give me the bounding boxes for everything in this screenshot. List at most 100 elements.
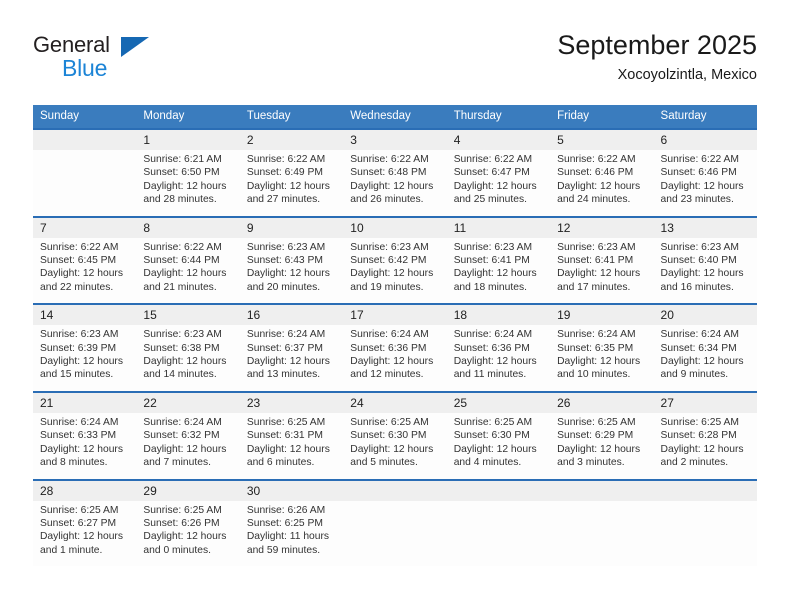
daylight-text-line1: Daylight: 12 hours bbox=[40, 268, 123, 280]
day-number bbox=[653, 480, 757, 501]
day-cell[interactable]: 17 Sunrise: 6:24 AM Sunset: 6:36 PM Dayl… bbox=[343, 303, 447, 392]
day-details bbox=[550, 501, 653, 557]
day-number: 5 bbox=[550, 130, 654, 150]
sunset-text: Sunset: 6:32 PM bbox=[143, 430, 220, 442]
day-cell[interactable]: 8 Sunrise: 6:22 AM Sunset: 6:44 PM Dayli… bbox=[136, 215, 240, 305]
sunrise-text: Sunrise: 6:23 AM bbox=[453, 241, 533, 253]
day-cell[interactable]: 22 Sunrise: 6:24 AM Sunset: 6:32 PM Dayl… bbox=[136, 390, 240, 480]
sunrise-text: Sunrise: 6:25 AM bbox=[453, 416, 533, 428]
day-cell[interactable]: 20 Sunrise: 6:24 AM Sunset: 6:34 PM Dayl… bbox=[653, 303, 757, 392]
day-details: Sunrise: 6:22 AM Sunset: 6:46 PM Dayligh… bbox=[654, 150, 757, 216]
day-details: Sunrise: 6:25 AM Sunset: 6:31 PM Dayligh… bbox=[240, 413, 343, 479]
daylight-text-line1: Daylight: 12 hours bbox=[660, 356, 744, 368]
day-number: 1 bbox=[136, 130, 240, 150]
day-details bbox=[33, 150, 136, 206]
day-cell[interactable]: 9 Sunrise: 6:23 AM Sunset: 6:43 PM Dayli… bbox=[239, 215, 344, 305]
sunset-text: Sunset: 6:26 PM bbox=[143, 517, 220, 529]
daylight-text-line1: Daylight: 12 hours bbox=[40, 531, 123, 543]
day-cell[interactable]: 30 Sunrise: 6:26 AM Sunset: 6:25 PM Dayl… bbox=[239, 478, 344, 567]
day-details: Sunrise: 6:22 AM Sunset: 6:46 PM Dayligh… bbox=[550, 150, 653, 216]
day-number: 25 bbox=[446, 392, 551, 413]
general-blue-logo[interactable]: General Blue bbox=[33, 32, 243, 88]
daylight-text-line1: Daylight: 12 hours bbox=[453, 268, 537, 280]
daylight-text-line1: Daylight: 11 hours bbox=[246, 531, 330, 543]
sunrise-text: Sunrise: 6:22 AM bbox=[350, 154, 429, 165]
weekday-header-sunday: Sunday bbox=[33, 105, 137, 129]
day-cell[interactable]: 26 Sunrise: 6:25 AM Sunset: 6:29 PM Dayl… bbox=[550, 390, 654, 480]
sunrise-text: Sunrise: 6:25 AM bbox=[40, 504, 119, 516]
day-number: 24 bbox=[343, 392, 447, 413]
day-cell[interactable]: 14 Sunrise: 6:23 AM Sunset: 6:39 PM Dayl… bbox=[33, 303, 137, 392]
day-number: 17 bbox=[343, 305, 447, 326]
day-cell[interactable]: 3 Sunrise: 6:22 AM Sunset: 6:48 PM Dayli… bbox=[343, 128, 447, 217]
day-cell[interactable]: 24 Sunrise: 6:25 AM Sunset: 6:30 PM Dayl… bbox=[343, 390, 447, 480]
day-cell[interactable] bbox=[446, 478, 551, 567]
day-cell[interactable] bbox=[33, 128, 137, 217]
sunset-text: Sunset: 6:43 PM bbox=[246, 255, 323, 267]
page-subtitle: Xocoyolzintla, Mexico bbox=[617, 67, 757, 83]
day-cell[interactable]: 21 Sunrise: 6:24 AM Sunset: 6:33 PM Dayl… bbox=[33, 390, 137, 480]
day-number: 10 bbox=[343, 217, 447, 238]
day-number: 13 bbox=[653, 217, 757, 238]
day-number bbox=[33, 130, 137, 150]
day-cell[interactable]: 6 Sunrise: 6:22 AM Sunset: 6:46 PM Dayli… bbox=[653, 128, 757, 217]
day-cell[interactable] bbox=[343, 478, 447, 567]
day-number: 27 bbox=[653, 392, 757, 413]
day-cell[interactable]: 7 Sunrise: 6:22 AM Sunset: 6:45 PM Dayli… bbox=[33, 215, 137, 305]
day-number: 23 bbox=[239, 392, 344, 413]
sunrise-text: Sunrise: 6:22 AM bbox=[557, 154, 636, 165]
daylight-text-line2: and 8 minutes. bbox=[40, 457, 108, 469]
daylight-text-line1: Daylight: 12 hours bbox=[246, 443, 330, 455]
sunrise-text: Sunrise: 6:24 AM bbox=[143, 416, 222, 428]
day-number: 16 bbox=[239, 305, 344, 326]
day-details: Sunrise: 6:23 AM Sunset: 6:39 PM Dayligh… bbox=[33, 325, 136, 391]
day-cell[interactable]: 19 Sunrise: 6:24 AM Sunset: 6:35 PM Dayl… bbox=[550, 303, 654, 392]
day-cell[interactable]: 4 Sunrise: 6:22 AM Sunset: 6:47 PM Dayli… bbox=[446, 128, 551, 217]
day-cell[interactable] bbox=[653, 478, 757, 567]
weekday-header-friday: Friday bbox=[550, 105, 654, 129]
day-cell[interactable]: 10 Sunrise: 6:23 AM Sunset: 6:42 PM Dayl… bbox=[343, 215, 447, 305]
day-details: Sunrise: 6:25 AM Sunset: 6:30 PM Dayligh… bbox=[343, 413, 446, 479]
day-number: 9 bbox=[239, 217, 344, 238]
day-cell[interactable]: 1 Sunrise: 6:21 AM Sunset: 6:50 PM Dayli… bbox=[136, 128, 240, 217]
daylight-text-line1: Daylight: 12 hours bbox=[557, 356, 641, 368]
sunrise-text: Sunrise: 6:24 AM bbox=[40, 416, 119, 428]
day-number: 26 bbox=[550, 392, 654, 413]
day-cell[interactable]: 5 Sunrise: 6:22 AM Sunset: 6:46 PM Dayli… bbox=[550, 128, 654, 217]
day-number: 20 bbox=[653, 305, 757, 326]
daylight-text-line1: Daylight: 12 hours bbox=[453, 356, 537, 368]
day-details: Sunrise: 6:24 AM Sunset: 6:35 PM Dayligh… bbox=[550, 325, 653, 391]
day-cell[interactable]: 18 Sunrise: 6:24 AM Sunset: 6:36 PM Dayl… bbox=[446, 303, 551, 392]
daylight-text-line2: and 17 minutes. bbox=[557, 281, 631, 293]
day-details: Sunrise: 6:24 AM Sunset: 6:33 PM Dayligh… bbox=[33, 413, 136, 479]
day-cell[interactable]: 25 Sunrise: 6:25 AM Sunset: 6:30 PM Dayl… bbox=[446, 390, 551, 480]
calendar-week-row: 1 Sunrise: 6:21 AM Sunset: 6:50 PM Dayli… bbox=[33, 128, 757, 217]
sunrise-text: Sunrise: 6:22 AM bbox=[453, 154, 533, 165]
daylight-text-line2: and 27 minutes. bbox=[246, 194, 321, 206]
weekday-header-tuesday: Tuesday bbox=[239, 105, 344, 129]
day-cell[interactable]: 28 Sunrise: 6:25 AM Sunset: 6:27 PM Dayl… bbox=[33, 478, 137, 567]
day-cell[interactable]: 2 Sunrise: 6:22 AM Sunset: 6:49 PM Dayli… bbox=[239, 128, 344, 217]
day-number: 14 bbox=[33, 305, 137, 326]
daylight-text-line2: and 16 minutes. bbox=[660, 281, 734, 293]
calendar-week-row: 28 Sunrise: 6:25 AM Sunset: 6:27 PM Dayl… bbox=[33, 478, 757, 567]
day-details: Sunrise: 6:23 AM Sunset: 6:38 PM Dayligh… bbox=[136, 325, 239, 391]
daylight-text-line2: and 9 minutes. bbox=[660, 369, 729, 381]
day-cell[interactable]: 23 Sunrise: 6:25 AM Sunset: 6:31 PM Dayl… bbox=[239, 390, 344, 480]
day-cell[interactable]: 16 Sunrise: 6:24 AM Sunset: 6:37 PM Dayl… bbox=[239, 303, 344, 392]
day-cell[interactable]: 13 Sunrise: 6:23 AM Sunset: 6:40 PM Dayl… bbox=[653, 215, 757, 305]
day-number: 30 bbox=[239, 480, 344, 501]
daylight-text-line2: and 23 minutes. bbox=[660, 194, 734, 206]
day-cell[interactable] bbox=[550, 478, 654, 567]
daylight-text-line2: and 19 minutes. bbox=[350, 281, 424, 293]
day-number: 15 bbox=[136, 305, 240, 326]
day-cell[interactable]: 27 Sunrise: 6:25 AM Sunset: 6:28 PM Dayl… bbox=[653, 390, 757, 480]
day-cell[interactable]: 11 Sunrise: 6:23 AM Sunset: 6:41 PM Dayl… bbox=[446, 215, 551, 305]
day-cell[interactable]: 29 Sunrise: 6:25 AM Sunset: 6:26 PM Dayl… bbox=[136, 478, 240, 567]
day-cell[interactable]: 15 Sunrise: 6:23 AM Sunset: 6:38 PM Dayl… bbox=[136, 303, 240, 392]
day-details: Sunrise: 6:22 AM Sunset: 6:49 PM Dayligh… bbox=[240, 150, 343, 216]
day-details bbox=[654, 501, 757, 557]
day-cell[interactable]: 12 Sunrise: 6:23 AM Sunset: 6:41 PM Dayl… bbox=[550, 215, 654, 305]
sunrise-text: Sunrise: 6:23 AM bbox=[557, 241, 636, 253]
page-title: September 2025 bbox=[557, 30, 757, 60]
